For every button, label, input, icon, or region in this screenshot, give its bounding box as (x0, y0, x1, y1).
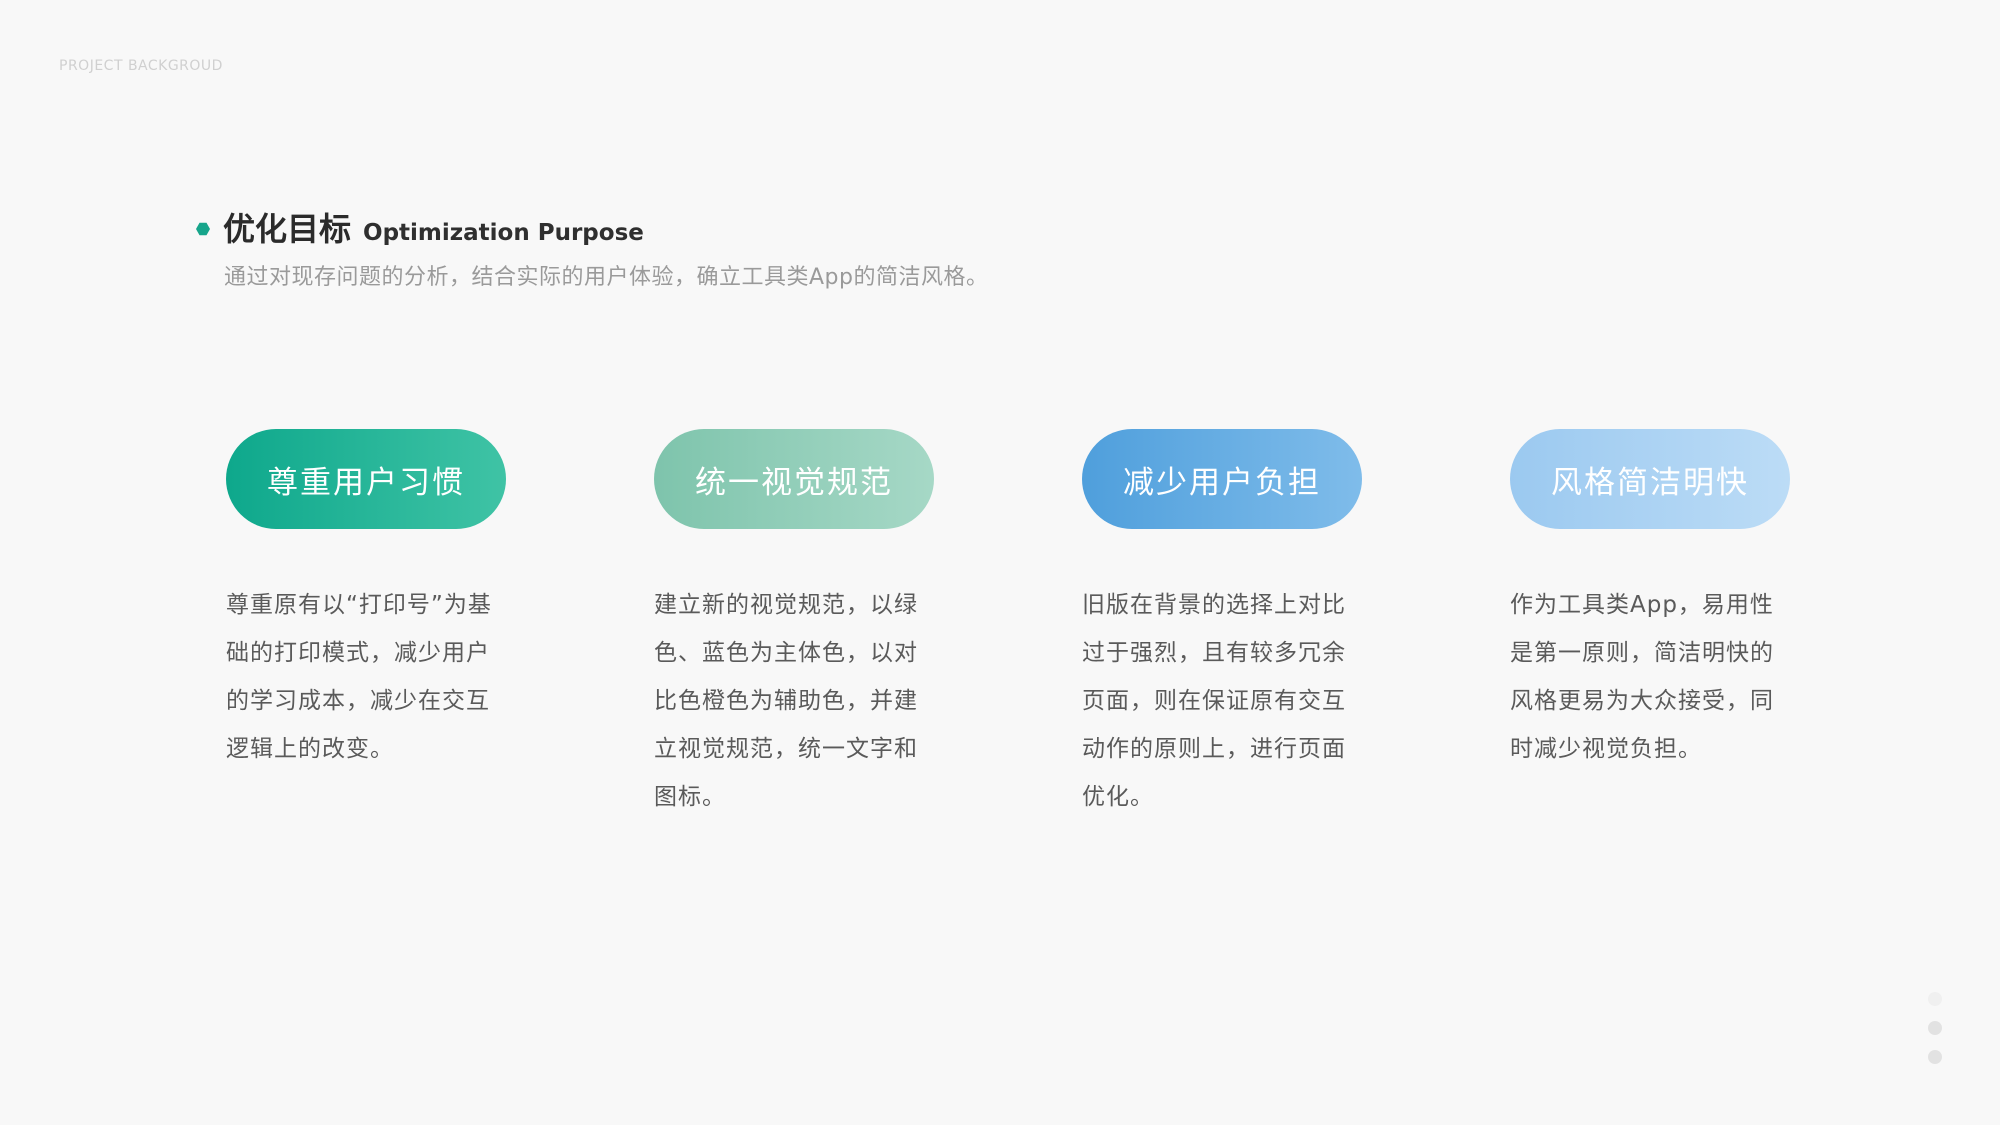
section-subtitle: 通过对现存问题的分析，结合实际的用户体验，确立工具类App的简洁风格。 (224, 265, 989, 290)
goal-description: 作为工具类App，易用性是第一原则，简洁明快的风格更易为大众接受，同时减少视觉负… (1510, 592, 1774, 762)
goal-description: 旧版在背景的选择上对比过于强烈，且有较多冗余页面，则在保证原有交互动作的原则上，… (1082, 592, 1346, 810)
goal-pill: 风格简洁明快 (1510, 429, 1790, 529)
section-title-en: Optimization Purpose (363, 220, 644, 246)
goal-description: 建立新的视觉规范，以绿色、蓝色为主体色，以对比色橙色为辅助色，并建立视觉规范，统… (654, 592, 918, 810)
goal-card-simple-style: 风格简洁明快 作为工具类App，易用性是第一原则，简洁明快的风格更易为大众接受，… (1510, 429, 1792, 773)
goal-card-unify-visual: 统一视觉规范 建立新的视觉规范，以绿色、蓝色为主体色，以对比色橙色为辅助色，并建… (654, 429, 936, 821)
section-title-cn: 优化目标 (223, 210, 352, 248)
goal-description: 尊重原有以“打印号”为基础的打印模式，减少用户的学习成本，减少在交互逻辑上的改变… (226, 592, 492, 762)
page-dot (1928, 992, 1942, 1006)
goal-card-reduce-burden: 减少用户负担 旧版在背景的选择上对比过于强烈，且有较多冗余页面，则在保证原有交互… (1082, 429, 1364, 821)
slide-page: PROJECT BACKGROUD 优化目标 Optimization Purp… (0, 0, 2000, 1125)
page-dot (1928, 1021, 1942, 1035)
goal-pill: 尊重用户习惯 (226, 429, 506, 529)
goal-pill: 统一视觉规范 (654, 429, 934, 529)
eyebrow-label: PROJECT BACKGROUD (59, 58, 223, 74)
page-dot (1928, 1050, 1942, 1064)
hexagon-bullet-icon (196, 222, 210, 236)
goal-pill: 减少用户负担 (1082, 429, 1362, 529)
page-indicator (1928, 992, 1942, 1064)
goal-card-respect-habits: 尊重用户习惯 尊重原有以“打印号”为基础的打印模式，减少用户的学习成本，减少在交… (226, 429, 508, 773)
section-header: 优化目标 Optimization Purpose (196, 204, 644, 250)
